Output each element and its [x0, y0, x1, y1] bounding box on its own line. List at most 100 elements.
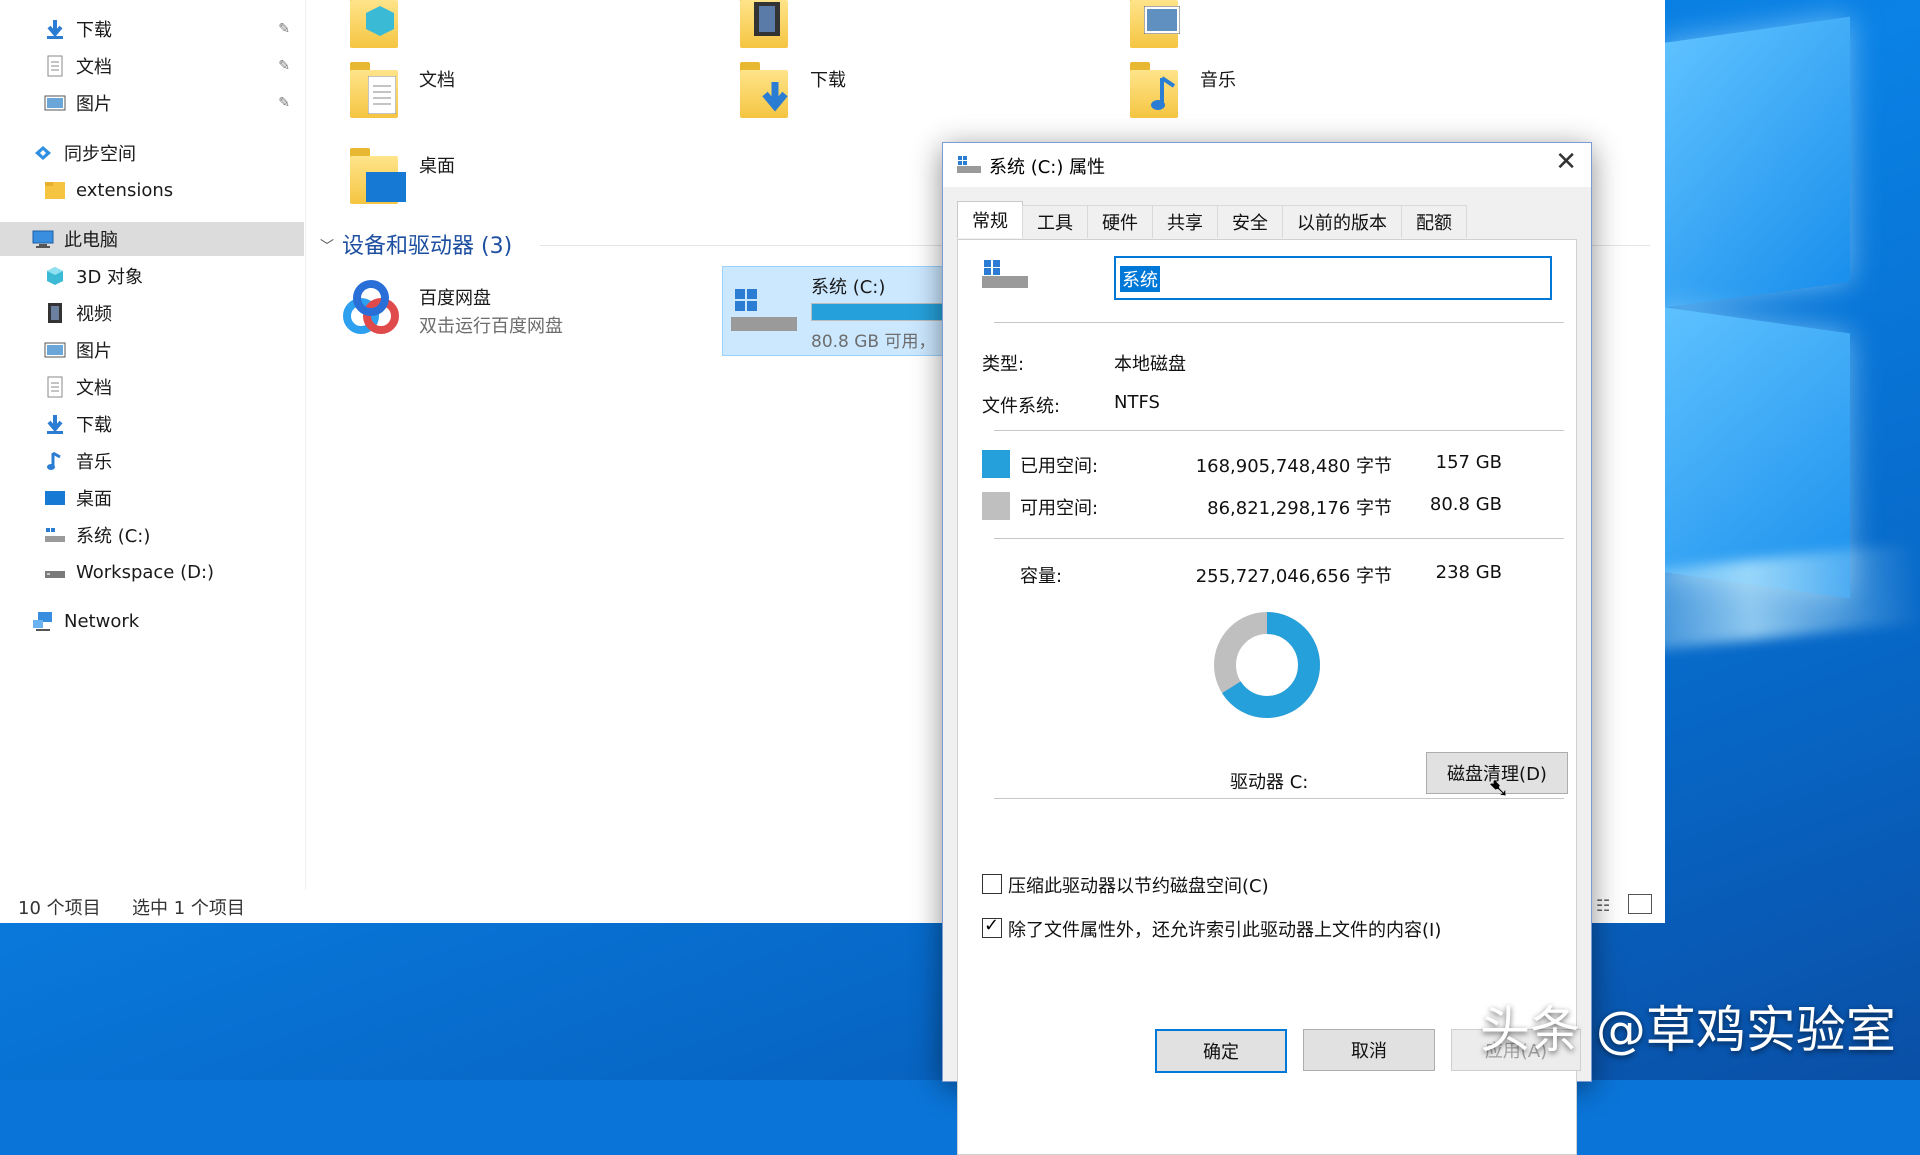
nav-item-network[interactable]: Network	[32, 604, 304, 638]
tab-sharing[interactable]: 共享	[1152, 205, 1218, 238]
pin-icon[interactable]: ✎	[278, 58, 290, 74]
nav-item-pictures[interactable]: 图片	[44, 333, 304, 367]
filesystem-label: 文件系统:	[982, 396, 1061, 417]
tab-quota[interactable]: 配额	[1401, 205, 1467, 238]
used-space-bytes: 168,905,748,480 字节	[1195, 456, 1392, 477]
nav-item-this-pc[interactable]: 此电脑	[0, 222, 304, 256]
nav-item-music[interactable]: 音乐	[44, 444, 304, 478]
pin-icon[interactable]: ✎	[278, 21, 290, 37]
nav-item-sync-space[interactable]: 同步空间	[32, 136, 304, 170]
divider	[994, 430, 1564, 431]
picture-icon	[44, 92, 66, 114]
nav-item-documents-quick[interactable]: 文档 ✎	[44, 49, 304, 83]
close-icon[interactable]: ✕	[1555, 147, 1577, 177]
drive-letter-label: 驱动器 C:	[1230, 772, 1309, 793]
folder-pictures[interactable]	[1130, 0, 1180, 48]
picture-icon	[44, 339, 66, 361]
drive-icon	[44, 561, 66, 583]
nav-item-label: 音乐	[76, 452, 112, 473]
used-space-size: 157 GB	[1435, 452, 1502, 473]
nav-item-label: 图片	[76, 94, 112, 115]
folder-desktop[interactable]	[350, 148, 406, 204]
tab-previous-versions[interactable]: 以前的版本	[1282, 205, 1402, 238]
pin-icon[interactable]: ✎	[278, 95, 290, 111]
nav-item-label: 桌面	[76, 489, 112, 510]
windows-logo-wallpaper	[1660, 0, 1920, 600]
status-selected-count: 选中 1 个项目	[132, 898, 245, 919]
free-space-swatch	[982, 492, 1010, 520]
folder-music[interactable]	[1130, 62, 1178, 118]
nav-item-label: Workspace (D:)	[76, 561, 215, 583]
tab-hardware[interactable]: 硬件	[1087, 205, 1153, 238]
free-space-label: 可用空间:	[1020, 498, 1099, 519]
folder-label: 下载	[810, 70, 846, 91]
document-icon	[44, 376, 66, 398]
volume-label-input[interactable]: 系统	[1114, 256, 1552, 300]
nav-item-drive-d[interactable]: Workspace (D:)	[44, 555, 304, 589]
filesystem-value: NTFS	[1114, 392, 1160, 413]
nav-item-label: 文档	[76, 57, 112, 78]
nav-item-label: extensions	[76, 179, 174, 201]
free-space-size: 80.8 GB	[1429, 494, 1502, 515]
section-title[interactable]: 设备和驱动器 (3)	[342, 228, 512, 260]
large-icons-view-icon[interactable]	[1628, 894, 1652, 914]
ok-button[interactable]: 确定	[1155, 1029, 1287, 1073]
nav-item-label: Network	[64, 610, 140, 632]
dialog-title: 系统 (C:) 属性	[989, 157, 1106, 178]
type-label: 类型:	[982, 354, 1025, 375]
nav-item-pictures-quick[interactable]: 图片 ✎	[44, 86, 304, 120]
nav-item-extensions[interactable]: extensions	[44, 173, 304, 207]
dialog-titlebar[interactable]: 系统 (C:) 属性 ✕	[943, 143, 1591, 187]
compress-label[interactable]: 压缩此驱动器以节约磁盘空间(C)	[1008, 872, 1269, 898]
nav-item-label: 下载	[76, 415, 112, 436]
divider	[994, 798, 1564, 799]
nav-item-label: 同步空间	[64, 144, 136, 165]
folder-videos[interactable]	[740, 0, 788, 48]
tab-security[interactable]: 安全	[1217, 205, 1283, 238]
network-icon	[32, 610, 54, 632]
download-arrow-icon	[44, 18, 66, 40]
folder-3d-objects[interactable]	[350, 0, 398, 48]
nav-item-downloads[interactable]: 下载	[44, 407, 304, 441]
divider	[994, 322, 1564, 323]
watermark-text: 头条 @草鸡实验室	[1480, 1001, 1896, 1059]
used-space-swatch	[982, 450, 1010, 478]
folder-downloads[interactable]	[740, 62, 788, 118]
sync-cloud-icon	[32, 142, 54, 164]
baidu-netdisk-icon[interactable]	[335, 272, 407, 344]
nav-item-drive-c[interactable]: 系统 (C:)	[44, 518, 304, 552]
nav-item-label: 文档	[76, 378, 112, 399]
cancel-button[interactable]: 取消	[1303, 1029, 1435, 1071]
film-icon	[44, 302, 66, 324]
download-arrow-icon	[44, 413, 66, 435]
nav-item-label: 系统 (C:)	[76, 526, 151, 547]
drive-properties-dialog: 系统 (C:) 属性 ✕ 常规 工具 硬件 共享 安全 以前的版本 配额 系统 …	[942, 142, 1592, 1155]
system-drive-icon	[731, 289, 797, 331]
computer-icon	[32, 228, 54, 250]
nav-item-downloads-quick[interactable]: 下载 ✎	[44, 12, 304, 46]
folder-documents[interactable]	[350, 62, 398, 118]
status-item-count: 10 个项目	[18, 898, 101, 919]
nav-item-videos[interactable]: 视频	[44, 296, 304, 330]
nav-item-desktop[interactable]: 桌面	[44, 481, 304, 515]
folder-label: 桌面	[419, 156, 455, 177]
nav-item-label: 图片	[76, 341, 112, 362]
nav-item-label: 下载	[76, 20, 112, 41]
nav-item-label: 3D 对象	[76, 267, 144, 288]
cube-3d-icon	[44, 265, 66, 287]
chevron-down-icon[interactable]: ﹀	[320, 236, 334, 256]
index-label[interactable]: 除了文件属性外，还允许索引此驱动器上文件的内容(I)	[1008, 916, 1441, 942]
nav-item-documents[interactable]: 文档	[44, 370, 304, 404]
details-view-icon[interactable]: ☷	[1596, 896, 1610, 915]
compress-checkbox[interactable]	[982, 874, 1002, 894]
type-value: 本地磁盘	[1114, 354, 1186, 375]
document-icon	[44, 55, 66, 77]
drive-c-free-text: 80.8 GB 可用，	[811, 332, 936, 352]
nav-item-3d-objects[interactable]: 3D 对象	[44, 259, 304, 293]
index-checkbox[interactable]: ✓	[982, 915, 1002, 938]
tab-tools[interactable]: 工具	[1022, 205, 1088, 238]
capacity-bytes: 255,727,046,656 字节	[1195, 566, 1392, 587]
tab-general[interactable]: 常规	[957, 201, 1023, 238]
used-space-label: 已用空间:	[1020, 456, 1099, 477]
navigation-pane: 下载 ✎ 文档 ✎ 图片 ✎ 同步空间 extensions 此电脑 3D 对象	[0, 0, 306, 890]
